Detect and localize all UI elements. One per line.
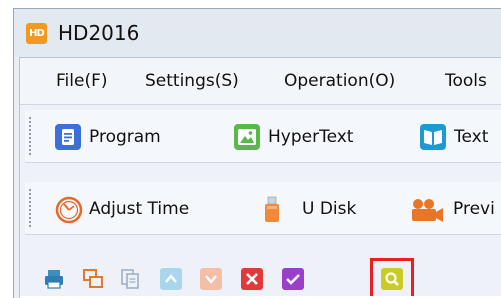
move-down-icon[interactable] bbox=[200, 268, 222, 290]
copy-page-icon[interactable] bbox=[120, 268, 142, 290]
text-button[interactable]: Text bbox=[420, 122, 488, 152]
print-icon[interactable] bbox=[43, 268, 65, 290]
menu-settings[interactable]: Settings(S) bbox=[145, 71, 239, 91]
edit-toolbar bbox=[25, 258, 501, 298]
preview-button[interactable]: Previ bbox=[409, 194, 495, 224]
hypertext-button[interactable]: HyperText bbox=[234, 122, 353, 152]
program-icon bbox=[55, 124, 81, 150]
menu-tools[interactable]: Tools bbox=[445, 71, 487, 91]
toolbar-grip[interactable] bbox=[28, 188, 32, 228]
title-bar[interactable]: HD HD2016 bbox=[14, 9, 501, 57]
program-label: Program bbox=[89, 127, 161, 147]
hypertext-icon bbox=[234, 124, 260, 150]
preview-camera-icon bbox=[409, 196, 445, 222]
menu-operation[interactable]: Operation(O) bbox=[284, 71, 395, 91]
toolbar-main: Program HyperText Text bbox=[25, 110, 501, 163]
text-book-icon bbox=[420, 124, 446, 150]
move-up-icon[interactable] bbox=[160, 268, 182, 290]
adjust-time-label: Adjust Time bbox=[89, 199, 190, 219]
app-window: HD HD2016 File(F) Settings(S) Operation(… bbox=[13, 8, 501, 298]
duplicate-icon[interactable] bbox=[82, 268, 104, 290]
hypertext-label: HyperText bbox=[268, 127, 354, 147]
main-area: File(F) Settings(S) Operation(O) Tools P… bbox=[19, 57, 501, 298]
adjust-time-icon bbox=[55, 196, 83, 224]
program-button[interactable]: Program bbox=[55, 122, 161, 152]
u-disk-button[interactable]: U Disk bbox=[262, 194, 356, 224]
app-logo-icon: HD bbox=[26, 23, 47, 44]
u-disk-icon bbox=[262, 196, 282, 222]
window-title: HD2016 bbox=[58, 21, 140, 45]
toolbar-grip[interactable] bbox=[28, 116, 32, 156]
u-disk-label: U Disk bbox=[302, 199, 357, 219]
check-icon[interactable] bbox=[282, 268, 304, 290]
toolbar-secondary: Adjust Time U Disk Previ bbox=[25, 182, 501, 235]
menu-file[interactable]: File(F) bbox=[56, 71, 108, 91]
search-highlight-box bbox=[370, 258, 414, 298]
delete-icon[interactable] bbox=[241, 268, 263, 290]
menu-bar: File(F) Settings(S) Operation(O) Tools bbox=[20, 58, 501, 105]
adjust-time-button[interactable]: Adjust Time bbox=[55, 194, 189, 224]
text-label: Text bbox=[454, 127, 489, 147]
preview-label: Previ bbox=[453, 199, 495, 219]
